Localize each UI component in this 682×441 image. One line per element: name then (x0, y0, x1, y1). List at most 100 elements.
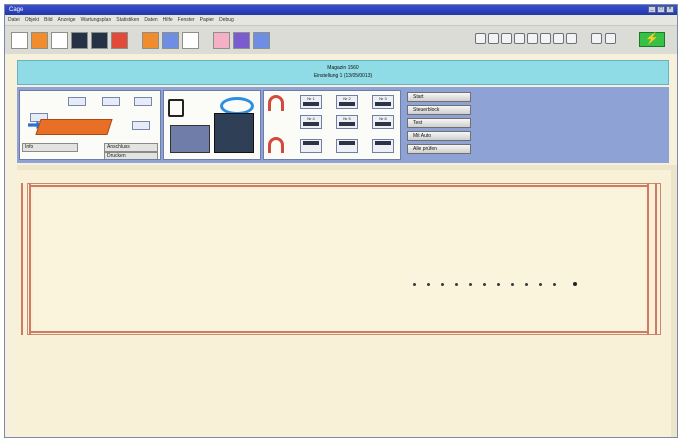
nav-delete-button[interactable] (553, 33, 564, 44)
component-panel-row: Info Anschluss Drucken Nr 1 Nr 2 Nr 3 Nr… (17, 87, 669, 163)
start-button[interactable]: Start (407, 92, 471, 102)
marker-dot[interactable] (413, 282, 416, 286)
sensor-cell-label: Nr 1 (307, 96, 315, 101)
marker-dot[interactable] (539, 282, 542, 286)
marker-dot[interactable] (427, 282, 430, 286)
check-icon[interactable] (111, 31, 128, 49)
machine-icon (214, 113, 254, 153)
sensor-cell-8[interactable] (336, 139, 358, 153)
sensor-box-5[interactable] (132, 121, 150, 130)
marker-dot[interactable] (553, 282, 556, 286)
conveyor-belt-icon (35, 119, 113, 135)
sensor-cell-label: Nr 3 (379, 96, 387, 101)
marker-end[interactable] (573, 282, 577, 286)
sensor-cell-7[interactable] (300, 139, 322, 153)
menu-item-wartungsplan[interactable]: Wartungsplan (81, 17, 112, 23)
nav-last-button[interactable] (527, 33, 538, 44)
conveyor-panel[interactable]: Info Anschluss Drucken (19, 90, 161, 160)
maximize-button[interactable]: □ (657, 6, 665, 13)
nav-first-button[interactable] (475, 33, 486, 44)
marker-dot[interactable] (497, 282, 500, 286)
gear-icon[interactable] (233, 31, 250, 49)
sensor-cell-5[interactable]: Nr 5 (336, 115, 358, 129)
machine-panel[interactable] (163, 90, 261, 160)
nav-next-button[interactable] (514, 33, 525, 44)
marker-dot[interactable] (525, 282, 528, 286)
save-icon[interactable] (71, 31, 88, 49)
vertical-scrollbar[interactable] (671, 165, 677, 437)
open-icon[interactable] (31, 31, 48, 49)
sensor-cell-1[interactable]: Nr 1 (300, 95, 322, 109)
view-buttons (591, 33, 616, 44)
sensor-cell-3[interactable]: Nr 3 (372, 95, 394, 109)
menu-item-statistiken[interactable]: Statistiken (116, 17, 139, 23)
connection-button[interactable]: Anschluss (104, 143, 158, 152)
app-window: Cage _ □ × Datei Objekt Bild Anzeige War… (4, 4, 678, 438)
print-icon[interactable] (91, 31, 108, 49)
menu-item-papier[interactable]: Papier (200, 17, 214, 23)
sensor-grid-panel[interactable]: Nr 1 Nr 2 Nr 3 Nr 4 Nr 5 Nr 6 (263, 90, 401, 160)
nav-refresh-button[interactable] (566, 33, 577, 44)
sensor-cell-label: Nr 5 (343, 116, 351, 121)
nav-add-button[interactable] (540, 33, 551, 44)
marker-dot[interactable] (483, 282, 486, 286)
tools-icon[interactable] (51, 31, 68, 49)
info-field[interactable]: Info (22, 143, 78, 152)
bottom-rail (31, 331, 647, 333)
tank-icon (170, 125, 210, 153)
check-all-button[interactable]: Alle prüfen (407, 144, 471, 154)
menu-item-bild[interactable]: Bild (44, 17, 52, 23)
header-subtitle: Einstellung 1 (13/05/0013) (313, 73, 373, 79)
sensor-cell-label: Nr 2 (343, 96, 351, 101)
magnet-icon (268, 137, 284, 153)
menu-item-fenster[interactable]: Fenster (178, 17, 195, 23)
marker-dot[interactable] (441, 282, 444, 286)
marker-dot[interactable] (455, 282, 458, 286)
sensor-cell-9[interactable] (372, 139, 394, 153)
title-bar: Cage _ □ × (5, 5, 677, 15)
sensor-box-2[interactable] (102, 97, 120, 106)
control-block-button[interactable]: Steuerblock (407, 105, 471, 115)
nav-prev-button[interactable] (488, 33, 499, 44)
close-button[interactable]: × (666, 6, 674, 13)
menu-item-datei[interactable]: Datei (8, 17, 20, 23)
menu-item-daten[interactable]: Daten (144, 17, 157, 23)
magnet-icon[interactable] (213, 31, 230, 49)
menu-item-anzeige[interactable]: Anzeige (57, 17, 75, 23)
view-right-button[interactable] (605, 33, 616, 44)
exit-icon[interactable] (253, 31, 270, 49)
action-button-list: Start Steuerblock Test Mit Auto Alle prü… (407, 92, 471, 154)
print-button[interactable]: Drucken (104, 152, 158, 159)
sensor-box-3[interactable] (134, 97, 152, 106)
test-button[interactable]: Test (407, 118, 471, 128)
auto-button[interactable]: Mit Auto (407, 131, 471, 141)
menu-bar: Datei Objekt Bild Anzeige Wartungsplan S… (5, 15, 677, 26)
chart-icon[interactable] (142, 31, 159, 49)
view-left-button[interactable] (591, 33, 602, 44)
sensor-cell-4[interactable]: Nr 4 (300, 115, 322, 129)
nav-play-button[interactable] (501, 33, 512, 44)
window-title: Cage (9, 7, 24, 13)
cage-frame (27, 183, 661, 335)
check2-icon[interactable] (182, 31, 199, 49)
header-banner: Magazin 1560 Einstellung 1 (13/05/0013) (17, 60, 669, 85)
sensor-cell-6[interactable]: Nr 6 (372, 115, 394, 129)
position-markers (413, 282, 577, 286)
right-rail (647, 183, 657, 335)
new-icon[interactable] (11, 31, 28, 49)
navigation-buttons (475, 33, 577, 44)
lightning-button[interactable]: ⚡ (639, 32, 665, 47)
sensor-box-1[interactable] (68, 97, 86, 106)
menu-item-debug[interactable]: Debug (219, 17, 234, 23)
menu-item-hilfe[interactable]: Hilfe (163, 17, 173, 23)
menu-item-objekt[interactable]: Objekt (25, 17, 39, 23)
edit-icon[interactable] (162, 31, 179, 49)
sensor-cell-2[interactable]: Nr 2 (336, 95, 358, 109)
workspace (17, 165, 677, 437)
top-rail (31, 185, 647, 187)
magnet-icon (268, 95, 284, 111)
minimize-button[interactable]: _ (648, 6, 656, 13)
marker-dot[interactable] (511, 282, 514, 286)
sensor-cell-label: Nr 4 (307, 116, 315, 121)
marker-dot[interactable] (469, 282, 472, 286)
